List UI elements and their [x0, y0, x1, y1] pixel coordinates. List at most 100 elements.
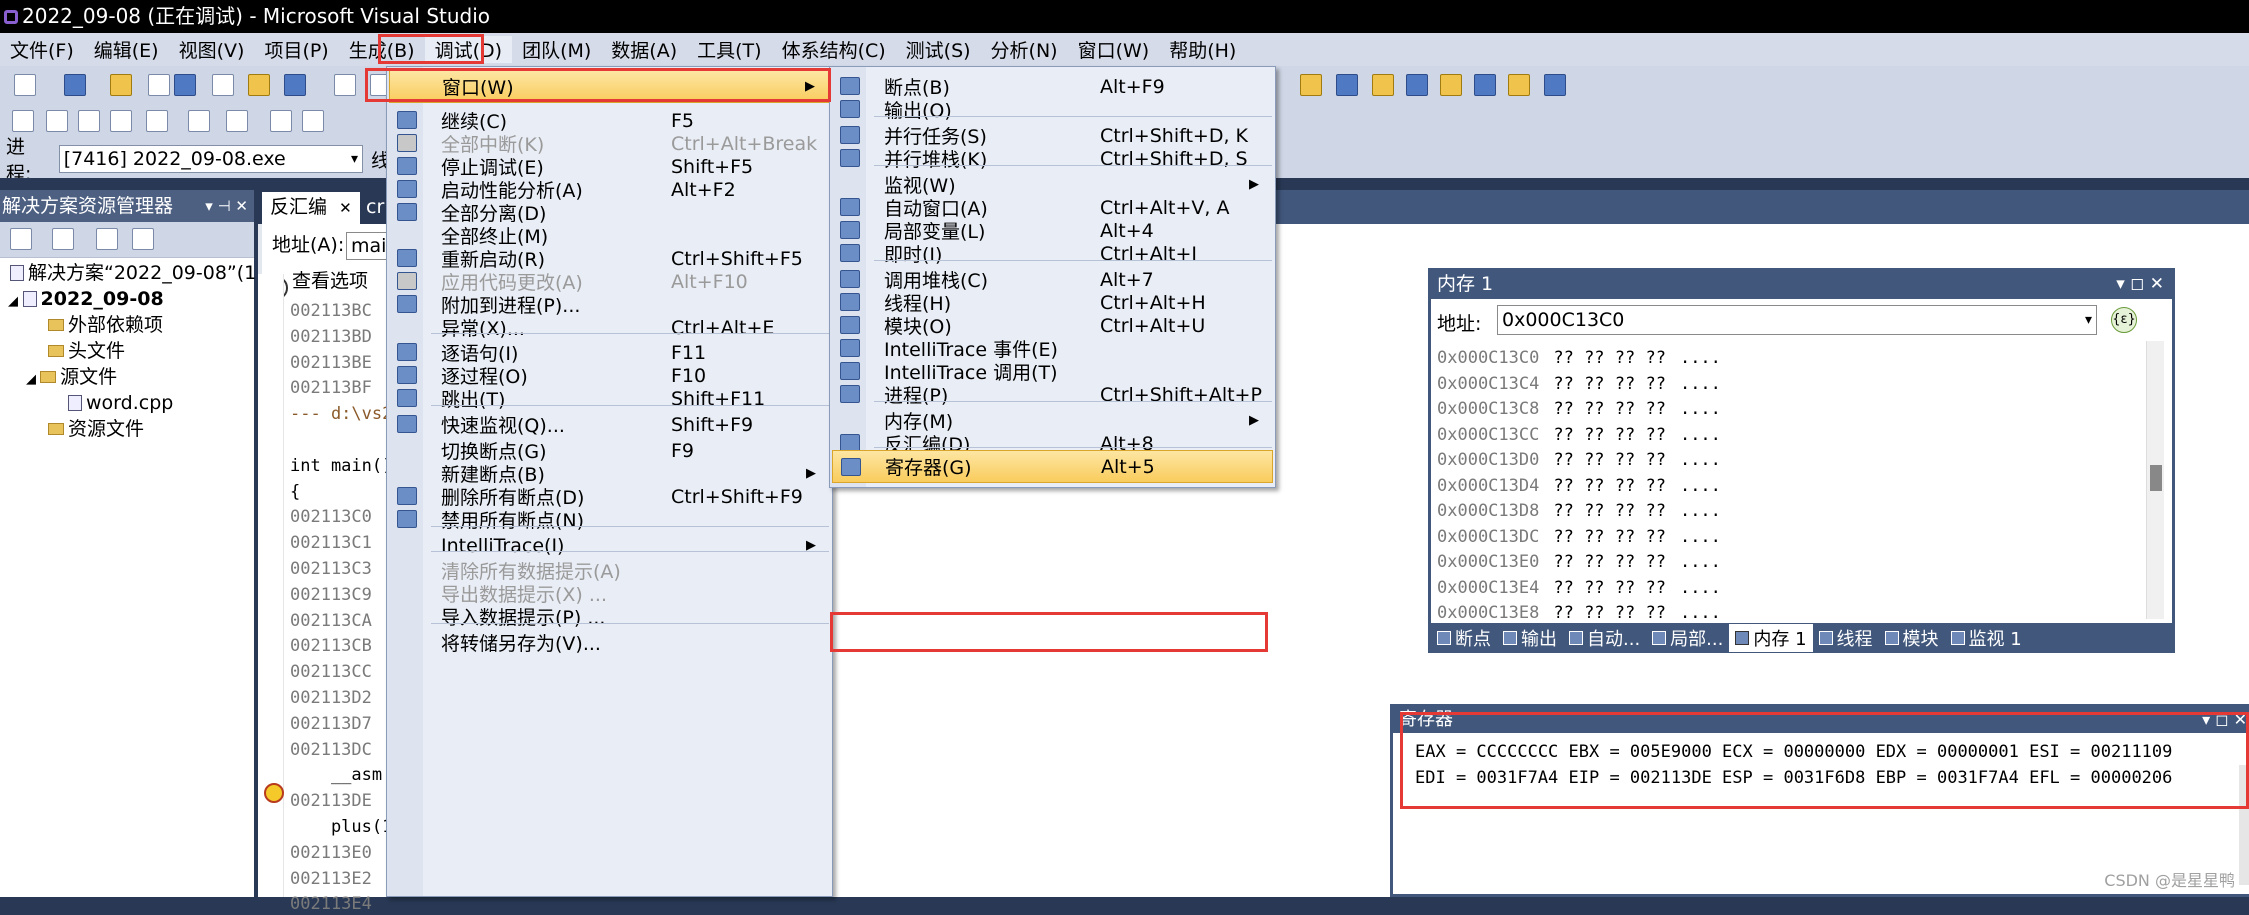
solution-explorer-header: 解决方案资源管理器 ▾ ⊣ ✕: [0, 190, 254, 222]
menu-6[interactable]: 团队(M): [512, 36, 601, 63]
tool-tab[interactable]: 输出: [1497, 624, 1563, 652]
toolbar-button-icon[interactable]: [148, 74, 170, 96]
tool-tab[interactable]: 内存 1: [1729, 624, 1813, 652]
window-submenu: 断点(B) Alt+F9 输出(O) 并行任务(S) Ctrl+Shift+D, K 并行…: [829, 66, 1276, 488]
menu-item-shortcut: Alt+5: [1101, 455, 1155, 478]
menu-4[interactable]: 生成(B): [339, 36, 425, 63]
menu-5[interactable]: 调试(D): [424, 36, 513, 63]
window-submenu-item[interactable]: 寄存器(G) Alt+5: [832, 450, 1273, 483]
code-line: 002113C0: [290, 507, 372, 528]
editor-toolbar-icon[interactable]: [110, 110, 132, 132]
tree-item-header-files[interactable]: 头文件: [48, 338, 125, 364]
toolbar-button-icon[interactable]: [64, 74, 86, 96]
tree-label: 源文件: [60, 366, 118, 388]
expand-icon[interactable]: ◢: [26, 372, 40, 387]
memory-address-input[interactable]: 0x000C13C0: [1497, 305, 2097, 335]
toolbar-button-icon[interactable]: [1474, 74, 1496, 96]
menu-separator: [431, 333, 829, 334]
menu-1[interactable]: 编辑(E): [84, 36, 169, 63]
reevaluate-icon[interactable]: {ε}: [2111, 307, 2137, 333]
memory-row: 0x000C13D4 ?? ?? ?? ??....: [1437, 475, 1721, 497]
class-diagram-icon[interactable]: [132, 228, 154, 250]
toolbar-button-icon[interactable]: [1300, 74, 1322, 96]
pane-controls-icon[interactable]: ▾ ⊣ ✕: [205, 190, 248, 222]
tool-tab[interactable]: 断点: [1431, 624, 1497, 652]
editor-toolbar-icon[interactable]: [146, 110, 168, 132]
memory-chars: ....: [1679, 475, 1721, 496]
folder-icon: [48, 319, 64, 331]
menu-11[interactable]: 分析(N): [981, 36, 1068, 63]
memory-row: 0x000C13E8 ?? ?? ?? ??....: [1437, 602, 1721, 624]
menu-item-shortcut: Ctrl+Alt+I: [1100, 242, 1197, 265]
collapse-icon[interactable]: ◢: [8, 294, 23, 309]
tab-disassembly[interactable]: 反汇编 ✕: [262, 192, 360, 224]
toolbar-button-icon[interactable]: [1406, 74, 1428, 96]
editor-toolbar-icon[interactable]: [46, 110, 68, 132]
tree-item-word-cpp[interactable]: word.cpp: [68, 390, 173, 416]
memory-row: 0x000C13C8 ?? ?? ?? ??....: [1437, 398, 1721, 420]
show-all-files-icon[interactable]: [52, 228, 74, 250]
toolbar-button-icon[interactable]: [1372, 74, 1394, 96]
memory-row: 0x000C13CC ?? ?? ?? ??....: [1437, 424, 1721, 446]
editor-toolbar-icon[interactable]: [12, 110, 34, 132]
tool-tab[interactable]: 自动...: [1563, 624, 1646, 652]
toolbar-button-icon[interactable]: [110, 74, 132, 96]
properties-icon[interactable]: [10, 228, 32, 250]
toolbar-button-icon[interactable]: [1440, 74, 1462, 96]
menu-9[interactable]: 体系结构(C): [772, 36, 896, 63]
menu-7[interactable]: 数据(A): [601, 36, 687, 63]
menu-separator: [431, 101, 829, 102]
menu-10[interactable]: 测试(S): [896, 36, 981, 63]
memory-chars: ....: [1679, 577, 1721, 598]
toolbar-button-icon[interactable]: [212, 74, 234, 96]
folder-icon: [48, 345, 64, 357]
editor-toolbar-icon[interactable]: [302, 110, 324, 132]
view-code-icon[interactable]: [96, 228, 118, 250]
menu-8[interactable]: 工具(T): [687, 36, 771, 63]
editor-toolbar-icon[interactable]: [78, 110, 100, 132]
watch-icon: [1950, 631, 1965, 645]
tree-item-solution[interactable]: 解决方案“2022_09-08”(1 个: [10, 260, 281, 286]
editor-toolbar-icon[interactable]: [188, 110, 210, 132]
toolbar-button-icon[interactable]: [14, 74, 36, 96]
editor-toolbar-icon[interactable]: [226, 110, 248, 132]
memory-address: 0x000C13D0: [1437, 450, 1540, 470]
editor-toolbar-icon[interactable]: [270, 110, 292, 132]
menu-0[interactable]: 文件(F): [0, 36, 84, 63]
tool-tab[interactable]: 监视 1: [1945, 624, 2028, 652]
scroll-thumb[interactable]: [2150, 465, 2162, 491]
tree-label: 2022_09-08: [40, 288, 164, 310]
tool-tab[interactable]: 线程: [1813, 624, 1879, 652]
toolbar-button-icon[interactable]: [1544, 74, 1566, 96]
memory-bytes: ?? ?? ?? ??: [1553, 424, 1666, 445]
menu-13[interactable]: 帮助(H): [1159, 36, 1246, 63]
toolbar-button-icon[interactable]: [284, 74, 306, 96]
tree-item-external-deps[interactable]: 外部依赖项: [48, 312, 163, 338]
tool-tab[interactable]: 模块: [1879, 624, 1945, 652]
process-select[interactable]: [7416] 2022_09-08.exe: [58, 145, 363, 173]
menu-item-label: 将转储另存为(V)...: [441, 633, 601, 655]
tree-item-resource-files[interactable]: 资源文件: [48, 416, 144, 442]
memory-bytes: ?? ?? ?? ??: [1553, 526, 1666, 547]
menu-3[interactable]: 项目(P): [254, 36, 338, 63]
debug-menu-item[interactable]: 窗口(W) ▶: [389, 70, 830, 103]
code-line: 002113DC: [290, 739, 372, 760]
toolbar-button-icon[interactable]: [334, 74, 356, 96]
pane-controls-icon[interactable]: ▾ ◻ ✕: [2116, 271, 2164, 297]
watermark: CSDN @是星星鸭: [2104, 871, 2235, 890]
toolbar-button-icon[interactable]: [174, 74, 196, 96]
tree-item-source-files[interactable]: ◢ 源文件: [26, 364, 117, 393]
pane-controls-icon[interactable]: ▾ ◻ ✕: [2202, 707, 2247, 733]
registers-header: 寄存器 ▾ ◻ ✕: [1393, 707, 2249, 733]
close-icon[interactable]: ✕: [339, 199, 352, 217]
toolbar-button-icon[interactable]: [1508, 74, 1530, 96]
toolbar-button-icon[interactable]: [248, 74, 270, 96]
menu-2[interactable]: 视图(V): [169, 36, 255, 63]
tool-tab[interactable]: 局部...: [1646, 624, 1729, 652]
debug-menu-item[interactable]: 将转储另存为(V)...: [389, 626, 830, 659]
toolbar-button-icon[interactable]: [1336, 74, 1358, 96]
menu-12[interactable]: 窗口(W): [1068, 36, 1160, 63]
breakpoint-gutter[interactable]: [258, 274, 284, 897]
registers-scrollbar[interactable]: [2239, 765, 2249, 885]
tree-item-project[interactable]: ◢ 2022_09-08: [8, 286, 164, 315]
